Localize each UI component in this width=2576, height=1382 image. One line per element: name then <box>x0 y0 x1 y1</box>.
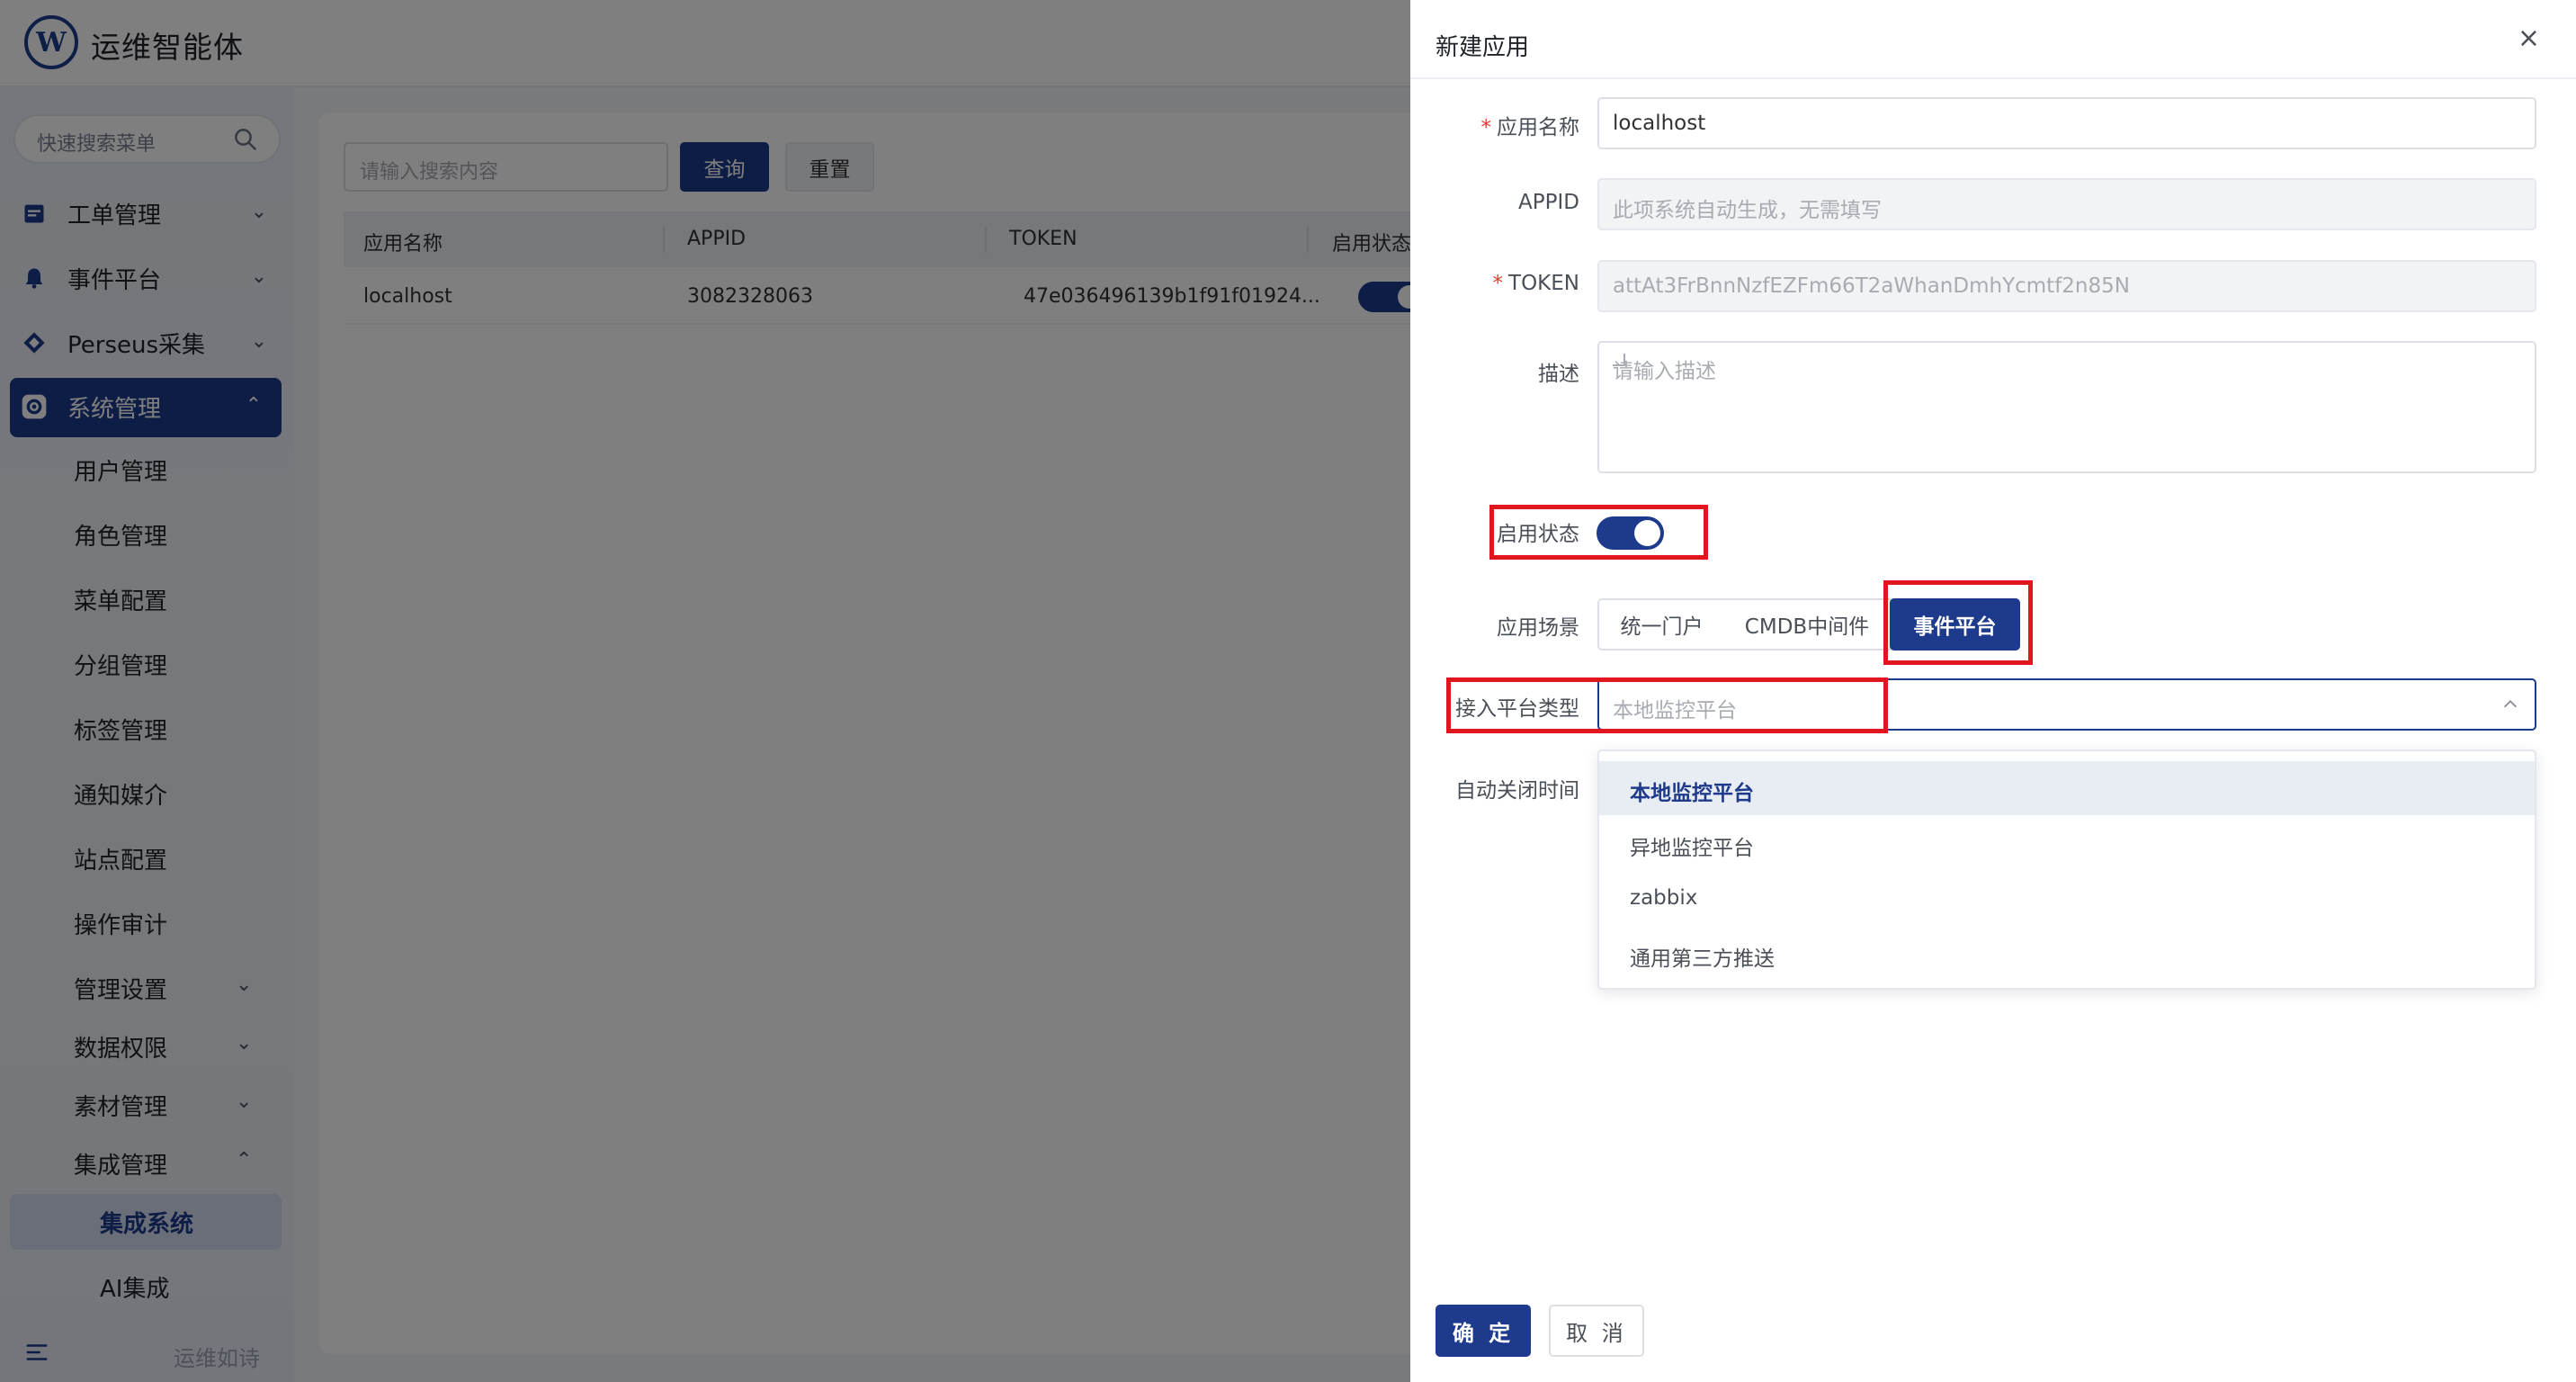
drawer-header-divider <box>1410 77 2576 79</box>
appid-placeholder: 此项系统自动生成，无需填写 <box>1613 199 1882 222</box>
token-input: attAt3FrBnnNzfEZFm66T2aWhanDmhYcmtf2n85N <box>1597 260 2536 312</box>
appid-input: 此项系统自动生成，无需填写 <box>1597 178 2536 230</box>
app-name-label: * 应用名称 <box>1480 116 1580 139</box>
option-label: 异地监控平台 <box>1630 837 1754 860</box>
app-name-value: localhost <box>1613 112 1706 135</box>
dropdown-option-third-party[interactable]: 通用第三方推送 <box>1599 927 2535 981</box>
resize-handle-icon[interactable] <box>1613 354 1625 366</box>
confirm-button[interactable]: 确 定 <box>1436 1305 1531 1357</box>
option-label: zabbix <box>1630 886 1698 910</box>
option-label: 通用第三方推送 <box>1630 947 1775 971</box>
appid-label: APPID <box>1518 191 1579 214</box>
highlight-box-scene <box>1883 580 2033 665</box>
cancel-button[interactable]: 取 消 <box>1549 1305 1644 1357</box>
description-label: 描述 <box>1538 363 1579 386</box>
auto-close-time-label: 自动关闭时间 <box>1455 779 1579 803</box>
required-mark: * <box>1492 272 1504 295</box>
app-name-input[interactable]: localhost <box>1597 97 2536 149</box>
description-placeholder: 请输入描述 <box>1613 360 1716 383</box>
dropdown-option-zabbix[interactable]: zabbix <box>1599 872 2535 926</box>
scene-option-cmdb[interactable]: CMDB中间件 <box>1724 598 1892 651</box>
description-textarea[interactable]: 请输入描述 <box>1597 341 2536 473</box>
drawer-title: 新建应用 <box>1436 34 1530 61</box>
required-mark: * <box>1480 116 1492 139</box>
scene-label: 应用场景 <box>1497 616 1579 640</box>
platform-type-dropdown: 本地监控平台 异地监控平台 zabbix 通用第三方推送 <box>1597 749 2536 990</box>
close-icon[interactable]: × <box>2518 25 2540 52</box>
highlight-box-status <box>1489 505 1708 560</box>
dropdown-option-local[interactable]: 本地监控平台 <box>1599 761 2535 815</box>
highlight-box-platform <box>1446 678 1888 733</box>
token-value: attAt3FrBnnNzfEZFm66T2aWhanDmhYcmtf2n85N <box>1613 274 2130 298</box>
token-label: * TOKEN <box>1492 272 1579 295</box>
scene-option-portal[interactable]: 统一门户 <box>1597 598 1726 651</box>
new-app-drawer: 新建应用 × * 应用名称 localhost APPID 此项系统自动生成，无需… <box>1410 0 2576 1382</box>
option-label: 本地监控平台 <box>1630 782 1754 805</box>
chevron-up-icon[interactable] <box>2500 695 2520 714</box>
dropdown-option-remote[interactable]: 异地监控平台 <box>1599 816 2535 870</box>
